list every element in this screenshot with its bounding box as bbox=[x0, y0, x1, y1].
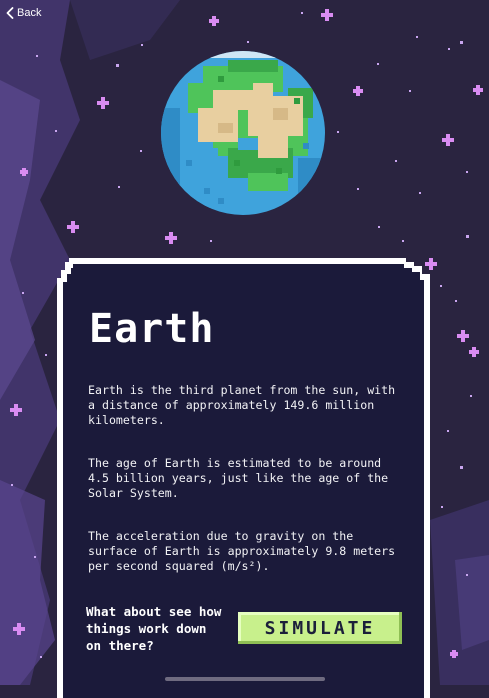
fact-paragraph: Earth is the third planet from the sun, … bbox=[88, 383, 396, 427]
chevron-left-icon bbox=[6, 7, 14, 19]
simulate-prompt: What about see how things work down on t… bbox=[86, 604, 222, 653]
simulate-button[interactable]: SIMULATE bbox=[238, 612, 402, 644]
home-indicator[interactable] bbox=[165, 677, 325, 681]
earth-planet-icon bbox=[161, 51, 325, 215]
fact-paragraph: The age of Earth is estimated to be arou… bbox=[88, 456, 389, 500]
page-title: Earth bbox=[89, 306, 215, 352]
back-button[interactable]: Back bbox=[6, 7, 41, 19]
back-label: Back bbox=[17, 7, 42, 19]
fact-paragraph: The acceleration due to gravity on the s… bbox=[88, 529, 396, 573]
